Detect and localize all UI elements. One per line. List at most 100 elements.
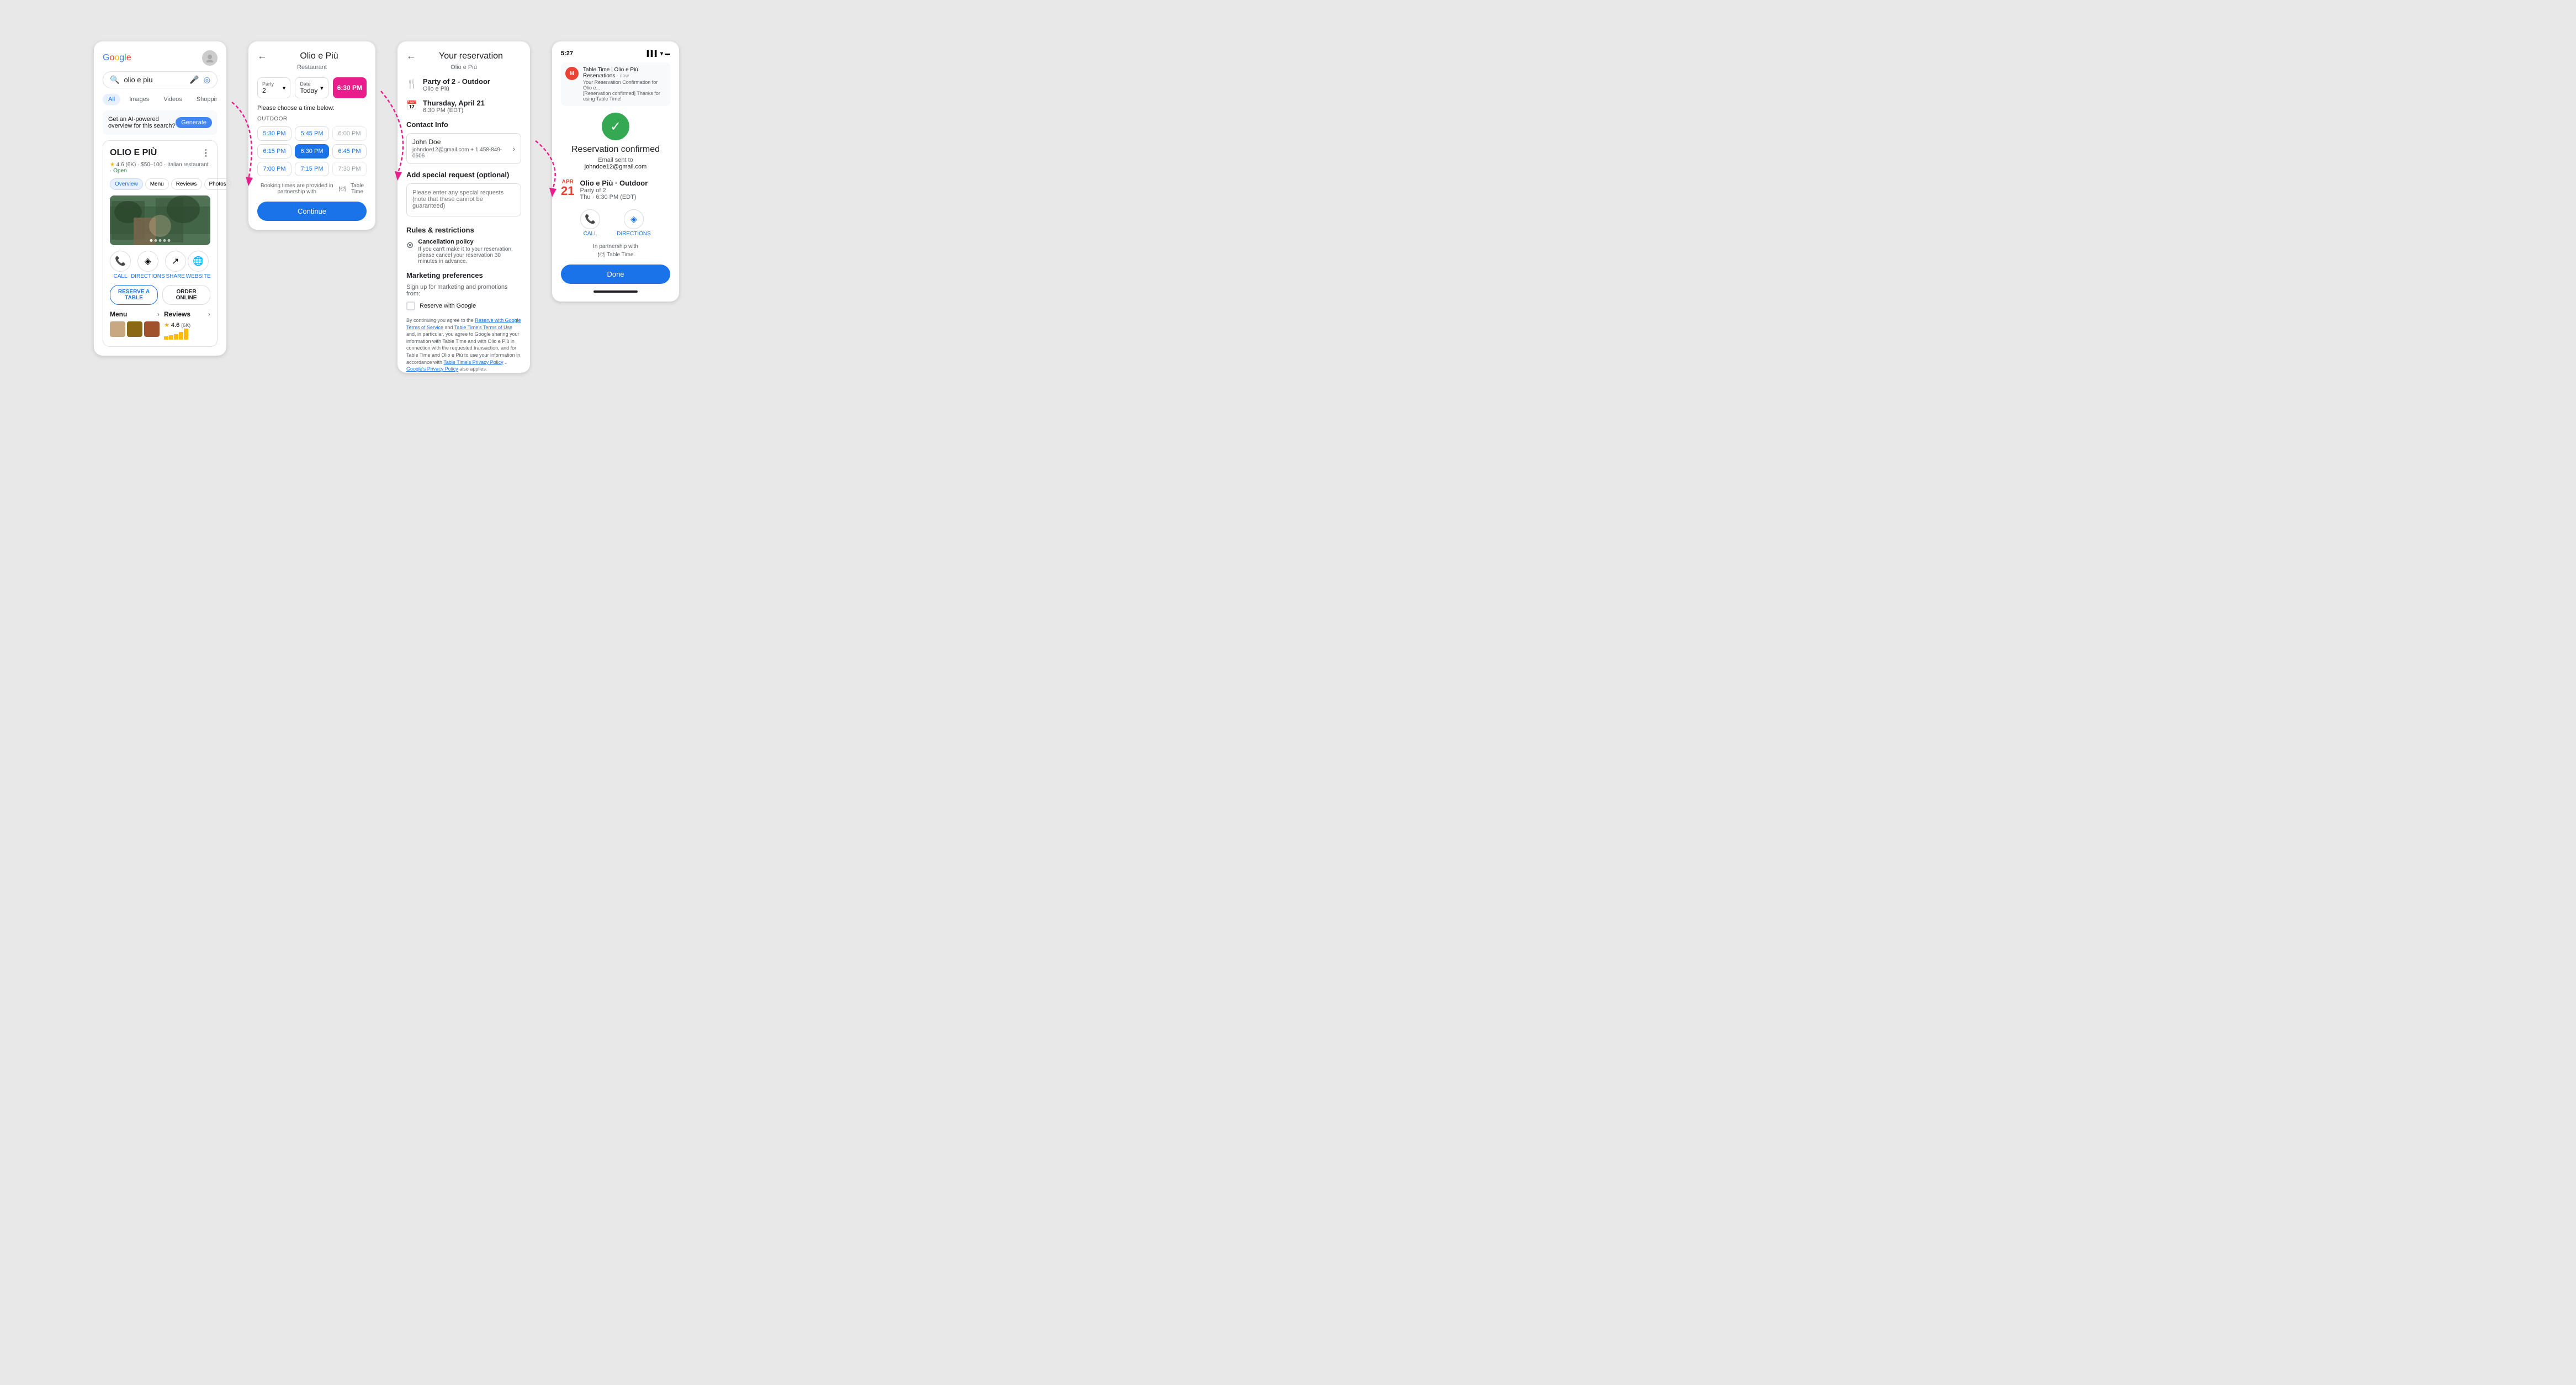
contact-row[interactable]: John Doe johndoe12@gmail.com + 1 458-849…: [406, 133, 521, 164]
directions-button[interactable]: ◈ DIRECTIONS: [131, 251, 165, 279]
time-slot-645[interactable]: 6:45 PM: [332, 144, 367, 158]
choose-time-label: Please choose a time below:: [257, 105, 367, 112]
share-button[interactable]: ↗ SHARE: [165, 251, 186, 279]
call-label: CALL: [113, 273, 127, 279]
datetime-detail: 📅 Thursday, April 21 6:30 PM (EDT): [406, 99, 521, 114]
tab-videos[interactable]: Videos: [158, 94, 187, 105]
more-options-icon[interactable]: ⋮: [202, 147, 210, 158]
reserve-with-google-checkbox[interactable]: [406, 302, 415, 310]
rating-display: ★ 4.6 (6K): [164, 321, 210, 329]
time-slot-600: 6:00 PM: [332, 126, 367, 141]
time-slot-630[interactable]: 6:30 PM: [295, 144, 329, 158]
tab-all[interactable]: All: [103, 94, 120, 105]
status-bar: 5:27 ▌▌▌ ▾ ▬: [561, 50, 670, 57]
table-time-icon: 🍽: [338, 186, 346, 192]
rules-section: Rules & restrictions ⊗ Cancellation poli…: [406, 226, 521, 265]
bar-1: [164, 336, 168, 340]
party-value: 2: [262, 87, 274, 94]
conf-call-button[interactable]: 📞 CALL: [580, 209, 600, 237]
confirmation-email: johndoe12@gmail.com: [585, 163, 647, 170]
conf-call-label: CALL: [584, 231, 597, 237]
marketing-text: Sign up for marketing and promotions fro…: [406, 284, 521, 297]
reservation-subtitle: Olio e Più: [406, 64, 521, 71]
restaurant-name: OLIO E PIÙ: [110, 148, 157, 158]
menu-title: Menu: [110, 310, 127, 318]
reviews-arrow[interactable]: ›: [208, 310, 210, 318]
website-button[interactable]: 🌐 WEBSITE: [186, 251, 211, 279]
outdoor-label: OUTDOOR: [257, 116, 367, 122]
call-button[interactable]: 📞 CALL: [110, 251, 131, 279]
cancellation-text: If you can't make it to your reservation…: [418, 246, 521, 265]
order-online-button[interactable]: ORDER ONLINE: [162, 285, 210, 305]
contact-chevron-icon: ›: [512, 144, 515, 153]
time-selected[interactable]: 6:30 PM: [333, 77, 367, 98]
voice-icon[interactable]: 🎤: [189, 75, 199, 84]
special-request-textarea[interactable]: [406, 183, 521, 216]
nav-menu[interactable]: Menu: [145, 178, 169, 190]
menu-arrow[interactable]: ›: [157, 310, 160, 318]
bar-2: [169, 335, 173, 340]
tab-shopping[interactable]: Shopping: [191, 94, 218, 105]
restaurant-info: ★ 4.6 (6K) · $50–100 · Italian restauran…: [110, 162, 210, 174]
res-date: Thursday, April 21: [423, 99, 485, 107]
gmail-icon: M: [565, 67, 579, 80]
lens-icon[interactable]: ◎: [204, 75, 210, 84]
privacy-link-1[interactable]: Table Time's Privacy Policy: [443, 360, 503, 365]
time-slot-715[interactable]: 7:15 PM: [295, 162, 329, 176]
party-select[interactable]: Party 2 ▾: [257, 77, 290, 98]
reservation-back-icon[interactable]: ←: [406, 50, 416, 62]
continue-button[interactable]: Continue: [257, 202, 367, 221]
time-slot-545[interactable]: 5:45 PM: [295, 126, 329, 141]
directions-label: DIRECTIONS: [131, 273, 165, 279]
screens-container: Google 🔍 olio e piu 🎤 ◎ All Images Video…: [94, 41, 679, 373]
restaurant-header: OLIO E PIÙ ⋮: [110, 147, 210, 158]
checkbox-row: Reserve with Google: [406, 302, 521, 310]
nav-reviews[interactable]: Reviews: [171, 178, 202, 190]
reviews-section: Reviews › ★ 4.6 (6K): [164, 310, 210, 340]
party-detail: 🍴 Party of 2 - Outdoor Olio e Più: [406, 77, 521, 92]
res-details: Olio e Più · Outdoor Party of 2 Thu · 6:…: [580, 179, 648, 200]
time-value: 6:30 PM: [337, 84, 362, 92]
reviews-header: Reviews ›: [164, 310, 210, 318]
restaurant-card: OLIO E PIÙ ⋮ ★ 4.6 (6K) · $50–100 · Ital…: [103, 140, 218, 347]
date-select[interactable]: Date Today ▾: [295, 77, 328, 98]
directions-icon: ◈: [137, 251, 158, 272]
open-status: Open: [113, 168, 126, 174]
menu-section: Menu ›: [110, 310, 160, 340]
check-circle: ✓: [602, 113, 629, 140]
bottom-section: Menu › Reviews › ★: [110, 310, 210, 340]
search-bar[interactable]: 🔍 olio e piu 🎤 ◎: [103, 71, 218, 88]
generate-button[interactable]: Generate: [176, 117, 212, 128]
rating-number: 4.6: [171, 322, 179, 329]
res-time: 6:30 PM (EDT): [423, 107, 485, 114]
done-button[interactable]: Done: [561, 265, 670, 284]
menu-img-3: [144, 321, 160, 337]
tab-images[interactable]: Images: [124, 94, 155, 105]
reservation-header: ← Your reservation: [406, 50, 521, 62]
rating-bars: [164, 329, 210, 340]
back-arrow-icon[interactable]: ←: [257, 50, 267, 62]
date-chevron: ▾: [320, 84, 324, 92]
modal-title: Olio e Più: [272, 51, 367, 61]
conf-res-name: Olio e Più · Outdoor: [580, 179, 648, 187]
photo-dots: [150, 239, 171, 242]
privacy-link-2[interactable]: Google's Privacy Policy: [406, 366, 458, 372]
conf-partner-name: Table Time: [607, 252, 633, 258]
reservation-info: APR 21 Olio e Più · Outdoor Party of 2 T…: [561, 179, 670, 200]
party-label: Party: [262, 81, 274, 87]
conf-directions-button[interactable]: ◈ DIRECTIONS: [617, 209, 651, 237]
google-logo: Google: [103, 53, 131, 63]
bar-3: [174, 334, 178, 340]
terms-link-2[interactable]: Table Time's Terms of Use: [454, 325, 512, 330]
contact-section: Contact Info John Doe johndoe12@gmail.co…: [406, 120, 521, 164]
legal-text: By continuing you agree to the Reserve w…: [406, 317, 521, 373]
cancellation-row: ⊗ Cancellation policy If you can't make …: [406, 239, 521, 265]
confirmed-title: Reservation confirmed: [571, 145, 660, 155]
user-avatar[interactable]: [202, 50, 218, 66]
reviews-count: (6K): [181, 323, 190, 328]
wifi-icon: ▾: [660, 51, 663, 57]
reserve-table-button[interactable]: RESERVE A TABLE: [110, 285, 158, 305]
nav-overview[interactable]: Overview: [110, 178, 143, 190]
email-value: johndoe12@gmail.com: [412, 147, 469, 153]
share-label: SHARE: [166, 273, 184, 279]
